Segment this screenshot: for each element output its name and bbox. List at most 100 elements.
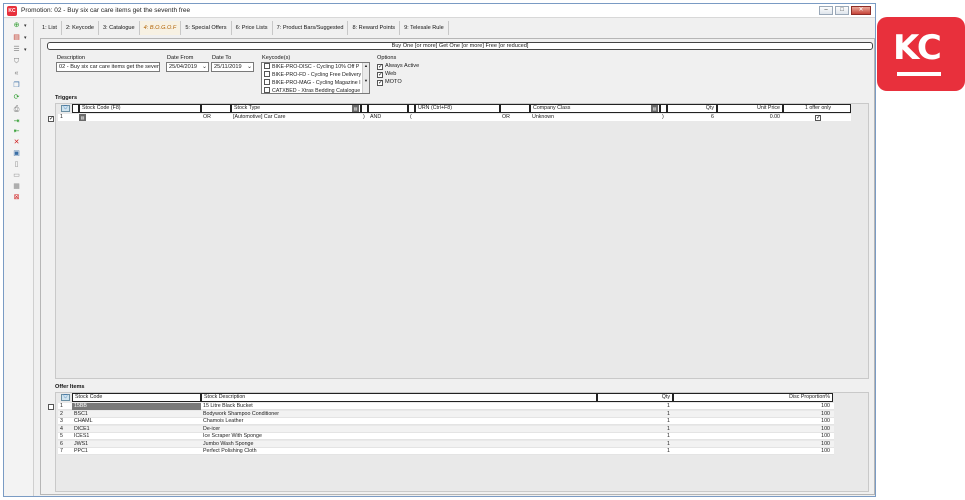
page-icon[interactable]: ▯ bbox=[12, 161, 21, 169]
refresh-icon[interactable]: ⟳ bbox=[12, 94, 21, 102]
table-row[interactable]: 7 PPC1 Perfect Polishing Cloth 1 100 bbox=[58, 448, 834, 455]
trigger-one-offer-only[interactable] bbox=[815, 114, 823, 121]
offer-disc-proportion[interactable]: 100 bbox=[673, 418, 833, 425]
date-from-dropdown-icon[interactable]: ⌄ bbox=[202, 63, 207, 71]
stock-type-lookup-icon[interactable]: ▤ bbox=[352, 105, 359, 112]
offer-disc-proportion[interactable]: 100 bbox=[673, 403, 833, 410]
trigger-stock-type[interactable]: [Automotive] Car Care bbox=[231, 114, 361, 121]
offer-stock-code[interactable]: ICES1 bbox=[72, 433, 201, 440]
trigger-company-class[interactable]: Unknown bbox=[530, 114, 660, 121]
filter-row-icon[interactable]: ⛉ bbox=[61, 394, 70, 401]
moto-checkbox[interactable] bbox=[377, 80, 383, 86]
list-dropdown-icon[interactable]: ▾ bbox=[24, 47, 27, 53]
option-always-active[interactable]: Always Active bbox=[377, 63, 419, 70]
keycodes-list[interactable]: BIKE-PRO-DISC - Cycling 10% Off P BIKE-P… bbox=[261, 62, 370, 94]
close-button[interactable]: ✕ bbox=[851, 6, 871, 15]
keycodes-scrollbar[interactable]: ▲ ▼ bbox=[362, 63, 369, 93]
form-icon[interactable]: ▦ bbox=[12, 183, 21, 191]
keycode-item[interactable]: BIKE-PRO-DISC - Cycling 10% Off P bbox=[262, 63, 369, 71]
offer-stock-code[interactable]: BSC1 bbox=[72, 411, 201, 418]
layers-dropdown-icon[interactable]: ▾ bbox=[24, 35, 27, 41]
triggers-header-company-class[interactable]: Company Class bbox=[530, 104, 660, 113]
offer-stock-code[interactable]: JWS1 bbox=[72, 441, 201, 448]
keycode-checkbox[interactable] bbox=[264, 63, 270, 69]
keycode-item[interactable]: CATXBED - Xtras Bedding Catalogue bbox=[262, 87, 369, 93]
table-row[interactable]: 5 ICES1 Ice Scraper With Sponge 1 100 bbox=[58, 433, 834, 440]
exit-icon[interactable]: ⊠ bbox=[12, 194, 21, 202]
print-icon[interactable]: ⎙ bbox=[12, 106, 21, 114]
filter-icon[interactable]: ⛉ bbox=[12, 58, 21, 66]
copy-icon[interactable]: ❐ bbox=[12, 82, 21, 90]
delete-icon[interactable]: ✕ bbox=[12, 139, 21, 147]
date-from-field[interactable]: 25/04/2019 ⌄ bbox=[166, 62, 209, 72]
table-row[interactable]: 4 DICE1 De-icer 1 100 bbox=[58, 425, 834, 433]
offer-stock-code[interactable]: PPC1 bbox=[72, 448, 201, 455]
offer-qty[interactable]: 1 bbox=[597, 433, 673, 440]
offer-qty[interactable]: 1 bbox=[597, 418, 673, 425]
triggers-header-stock-type[interactable]: Stock Type bbox=[231, 104, 361, 113]
offer-disc-proportion[interactable]: 100 bbox=[673, 441, 833, 448]
import-icon[interactable]: ⇤ bbox=[12, 128, 21, 136]
tab-telesale-rule[interactable]: 9: Telesale Rule bbox=[400, 21, 449, 35]
stock-code-lookup-icon[interactable]: ▤ bbox=[79, 114, 86, 121]
document-icon[interactable]: ▭ bbox=[12, 172, 21, 180]
filter-row-icon[interactable]: ⛉ bbox=[61, 105, 70, 112]
company-class-lookup-icon[interactable]: ▤ bbox=[651, 105, 658, 112]
description-field[interactable]: 02 - Buy six car care items get the seve… bbox=[56, 62, 160, 72]
table-row[interactable]: 1 15BB 15 Litre Black Bucket 1 100 bbox=[58, 403, 834, 410]
offer-qty[interactable]: 1 bbox=[597, 403, 673, 410]
one-offer-only-checkbox[interactable] bbox=[815, 115, 821, 121]
list-icon[interactable]: ☰ bbox=[12, 46, 21, 54]
maximize-button[interactable]: □ bbox=[835, 6, 849, 15]
table-row[interactable]: 1 ▤ OR [Automotive] Car Care ) AND ( OR … bbox=[58, 114, 851, 121]
add-dropdown-icon[interactable]: ▾ bbox=[24, 23, 27, 29]
back-icon[interactable]: « bbox=[12, 70, 21, 78]
tab-bogof[interactable]: 4: B.O.G.O.F bbox=[139, 21, 182, 35]
add-icon[interactable]: ⊕ bbox=[12, 22, 21, 30]
keycode-item[interactable]: BIKE-PRO-MAG - Cycling Magazine I bbox=[262, 79, 369, 87]
offer-qty[interactable]: 1 bbox=[597, 448, 673, 455]
offer-qty[interactable]: 1 bbox=[597, 441, 673, 448]
offer-qty[interactable]: 1 bbox=[597, 426, 673, 433]
offer-stock-code[interactable]: 15BB bbox=[72, 403, 201, 410]
tab-special-offers[interactable]: 5: Special Offers bbox=[181, 21, 232, 35]
scroll-up-icon[interactable]: ▲ bbox=[364, 63, 368, 68]
always-active-checkbox[interactable] bbox=[377, 64, 383, 70]
offer-disc-proportion[interactable]: 100 bbox=[673, 411, 833, 418]
tab-keycode[interactable]: 2: Keycode bbox=[62, 21, 99, 35]
tab-catalogue[interactable]: 3: Catalogue bbox=[99, 21, 140, 35]
option-web[interactable]: Web bbox=[377, 71, 396, 78]
triggers-header-urn[interactable]: URN (Ctrl+F8) bbox=[415, 104, 500, 113]
offer-select-checkbox[interactable] bbox=[48, 404, 54, 410]
offer-stock-code[interactable]: CHAML bbox=[72, 418, 201, 425]
tab-price-lists[interactable]: 6: Price Lists bbox=[232, 21, 273, 35]
trigger-qty[interactable]: 6 bbox=[667, 114, 717, 121]
table-row[interactable]: 2 BSC1 Bodywork Shampoo Conditioner 1 100 bbox=[58, 410, 834, 418]
tab-reward-points[interactable]: 8: Reward Points bbox=[348, 21, 401, 35]
save-icon[interactable]: ▣ bbox=[12, 150, 21, 158]
trigger-row-checkbox[interactable] bbox=[48, 116, 54, 122]
table-row[interactable]: 3 CHAML Chamois Leather 1 100 bbox=[58, 418, 834, 425]
trigger-row-select[interactable] bbox=[48, 115, 56, 122]
keycode-checkbox[interactable] bbox=[264, 71, 270, 77]
trigger-unit-price[interactable]: 0.00 bbox=[717, 114, 783, 121]
offer-select-all[interactable] bbox=[48, 404, 56, 411]
offer-qty[interactable]: 1 bbox=[597, 411, 673, 418]
export-icon[interactable]: ⇥ bbox=[12, 118, 21, 126]
offer-disc-proportion[interactable]: 100 bbox=[673, 433, 833, 440]
layers-icon[interactable]: ▤ bbox=[12, 34, 21, 42]
offer-disc-proportion[interactable]: 100 bbox=[673, 448, 833, 455]
option-moto[interactable]: MOTO bbox=[377, 79, 402, 86]
scroll-down-icon[interactable]: ▼ bbox=[364, 78, 368, 83]
offer-disc-proportion[interactable]: 100 bbox=[673, 426, 833, 433]
date-to-dropdown-icon[interactable]: ⌄ bbox=[247, 63, 252, 71]
web-checkbox[interactable] bbox=[377, 72, 383, 78]
tab-list[interactable]: 1: List bbox=[38, 21, 62, 35]
tab-product-bars[interactable]: 7: Product Bars/Suggested bbox=[273, 21, 349, 35]
keycode-checkbox[interactable] bbox=[264, 79, 270, 85]
date-to-field[interactable]: 25/11/2019 ⌄ bbox=[211, 62, 254, 72]
triggers-header-stock-code[interactable]: Stock Code (F8) bbox=[79, 104, 201, 113]
offer-stock-code[interactable]: DICE1 bbox=[72, 426, 201, 433]
keycode-checkbox[interactable] bbox=[264, 87, 270, 93]
table-row[interactable]: 6 JWS1 Jumbo Wash Sponge 1 100 bbox=[58, 440, 834, 448]
